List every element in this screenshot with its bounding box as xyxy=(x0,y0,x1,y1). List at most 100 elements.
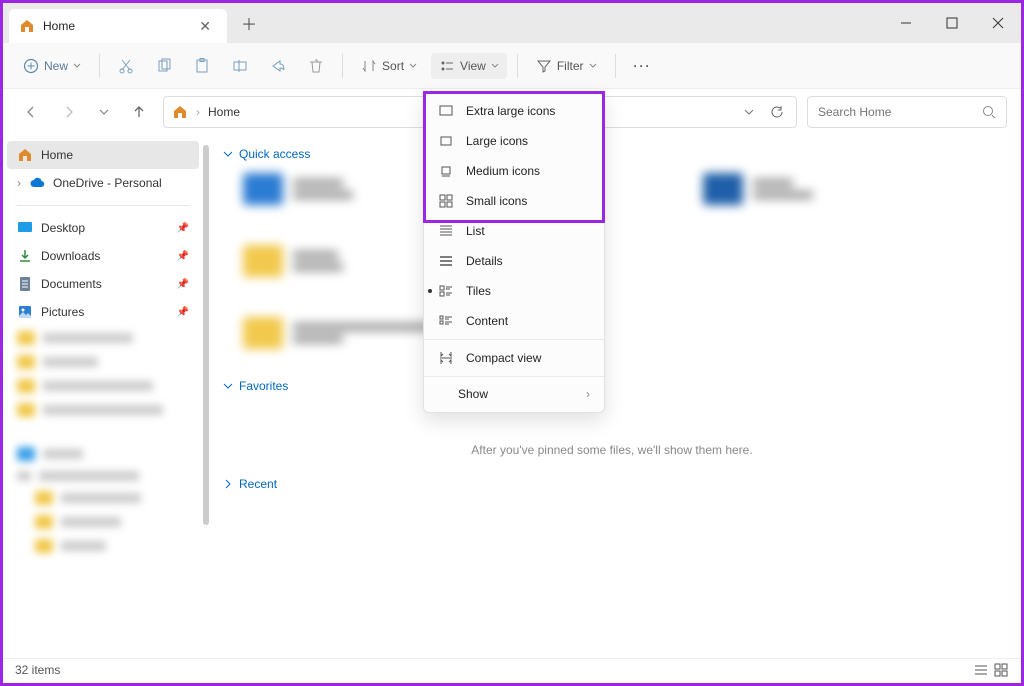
share-button[interactable] xyxy=(262,53,294,79)
sidebar-item-documents[interactable]: Documents 📌 xyxy=(7,270,199,298)
main-panel: Quick access Favorites After you've pinn… xyxy=(203,135,1021,661)
tab-label: Home xyxy=(43,19,193,33)
view-button[interactable]: View xyxy=(431,53,507,79)
menu-item-details[interactable]: Details xyxy=(424,246,604,276)
separator xyxy=(17,205,189,206)
rename-button[interactable] xyxy=(224,53,256,79)
sidebar-item-label: Desktop xyxy=(41,221,85,235)
menu-item-extra-large-icons[interactable]: Extra large icons xyxy=(424,96,604,126)
sidebar-item-blurred[interactable] xyxy=(7,466,199,486)
menu-item-compact-view[interactable]: Compact view xyxy=(424,343,604,373)
new-button[interactable]: New xyxy=(15,53,89,79)
sidebar-item-blurred[interactable] xyxy=(7,442,199,466)
sidebar-item-blurred[interactable] xyxy=(7,510,199,534)
empty-message: After you've pinned some files, we'll sh… xyxy=(223,443,1001,457)
sidebar-item-pictures[interactable]: Pictures 📌 xyxy=(7,298,199,326)
menu-item-content[interactable]: Content xyxy=(424,306,604,336)
forward-button[interactable] xyxy=(55,100,83,124)
more-button[interactable]: ··· xyxy=(626,54,660,78)
back-button[interactable] xyxy=(17,100,45,124)
desktop-icon xyxy=(17,220,33,236)
grid-icon xyxy=(438,193,454,209)
menu-item-show[interactable]: Show› xyxy=(424,380,604,408)
window-tab[interactable]: Home ✕ xyxy=(9,9,227,43)
list-item[interactable] xyxy=(243,317,1001,349)
list-item[interactable] xyxy=(243,245,343,277)
sidebar-item-label: Pictures xyxy=(41,305,84,319)
delete-button[interactable] xyxy=(300,53,332,79)
sidebar-item-desktop[interactable]: Desktop 📌 xyxy=(7,214,199,242)
list-item[interactable] xyxy=(703,173,813,205)
sidebar-item-blurred[interactable] xyxy=(7,326,199,350)
chevron-right-icon[interactable]: › xyxy=(17,176,21,190)
search-box[interactable] xyxy=(807,96,1007,128)
item-count: 32 items xyxy=(15,663,60,677)
content-icon xyxy=(438,313,454,329)
square-icon xyxy=(438,103,454,119)
view-menu: Extra large icons Large icons Medium ico… xyxy=(423,91,605,413)
square-icon xyxy=(438,163,454,179)
up-button[interactable] xyxy=(125,100,153,124)
home-icon xyxy=(172,104,188,120)
chevron-down-icon xyxy=(409,62,417,70)
copy-icon xyxy=(156,58,172,74)
details-view-toggle[interactable] xyxy=(973,662,989,678)
menu-item-small-icons[interactable]: Small icons xyxy=(424,186,604,216)
sidebar-item-blurred[interactable] xyxy=(7,398,199,422)
separator xyxy=(342,54,343,78)
menu-item-list[interactable]: List xyxy=(424,216,604,246)
section-favorites[interactable]: Favorites xyxy=(223,379,1001,393)
filter-button[interactable]: Filter xyxy=(528,53,605,79)
copy-button[interactable] xyxy=(148,53,180,79)
sidebar-item-downloads[interactable]: Downloads 📌 xyxy=(7,242,199,270)
view-label: View xyxy=(460,59,486,73)
paste-button[interactable] xyxy=(186,53,218,79)
sidebar-item-label: Downloads xyxy=(41,249,100,263)
menu-item-tiles[interactable]: Tiles xyxy=(424,276,604,306)
sidebar-item-label: Home xyxy=(41,148,73,162)
menu-item-large-icons[interactable]: Large icons xyxy=(424,126,604,156)
sidebar-item-blurred[interactable] xyxy=(7,534,199,558)
minimize-button[interactable] xyxy=(883,3,929,43)
sidebar-item-label: OneDrive - Personal xyxy=(53,176,162,190)
menu-item-medium-icons[interactable]: Medium icons xyxy=(424,156,604,186)
home-icon xyxy=(17,147,33,163)
add-tab-button[interactable]: ＋ xyxy=(227,11,271,35)
maximize-button[interactable] xyxy=(929,3,975,43)
sidebar-item-onedrive[interactable]: › OneDrive - Personal xyxy=(7,169,199,197)
sidebar-item-blurred[interactable] xyxy=(7,350,199,374)
section-quick-access[interactable]: Quick access xyxy=(223,147,1001,161)
square-icon xyxy=(438,133,454,149)
sidebar-item-home[interactable]: Home xyxy=(7,141,199,169)
sidebar: Home › OneDrive - Personal Desktop 📌 Dow… xyxy=(3,135,203,661)
new-label: New xyxy=(44,59,68,73)
document-icon xyxy=(17,276,33,292)
recent-locations-button[interactable] xyxy=(93,103,115,121)
pictures-icon xyxy=(17,304,33,320)
titlebar: Home ✕ ＋ xyxy=(3,3,1021,43)
pin-icon[interactable]: 📌 xyxy=(177,223,189,234)
status-bar: 32 items xyxy=(3,658,1021,680)
cut-button[interactable] xyxy=(110,53,142,79)
section-recent[interactable]: Recent xyxy=(223,477,1001,491)
close-window-button[interactable] xyxy=(975,3,1021,43)
list-item[interactable] xyxy=(243,173,353,205)
chevron-down-icon xyxy=(73,62,81,70)
sidebar-item-blurred[interactable] xyxy=(7,486,199,510)
selected-dot-icon xyxy=(428,289,432,293)
pin-icon[interactable]: 📌 xyxy=(177,307,189,318)
thumbnails-view-toggle[interactable] xyxy=(993,662,1009,678)
pin-icon[interactable]: 📌 xyxy=(177,279,189,290)
close-tab-icon[interactable]: ✕ xyxy=(193,16,217,37)
download-icon xyxy=(17,248,33,264)
rename-icon xyxy=(232,58,248,74)
address-dropdown[interactable] xyxy=(740,107,758,117)
refresh-button[interactable] xyxy=(766,105,788,119)
search-input[interactable] xyxy=(818,105,982,119)
sidebar-item-blurred[interactable] xyxy=(7,374,199,398)
section-label: Favorites xyxy=(239,379,288,393)
trash-icon xyxy=(308,58,324,74)
pin-icon[interactable]: 📌 xyxy=(177,251,189,262)
sort-label: Sort xyxy=(382,59,404,73)
sort-button[interactable]: Sort xyxy=(353,53,425,79)
